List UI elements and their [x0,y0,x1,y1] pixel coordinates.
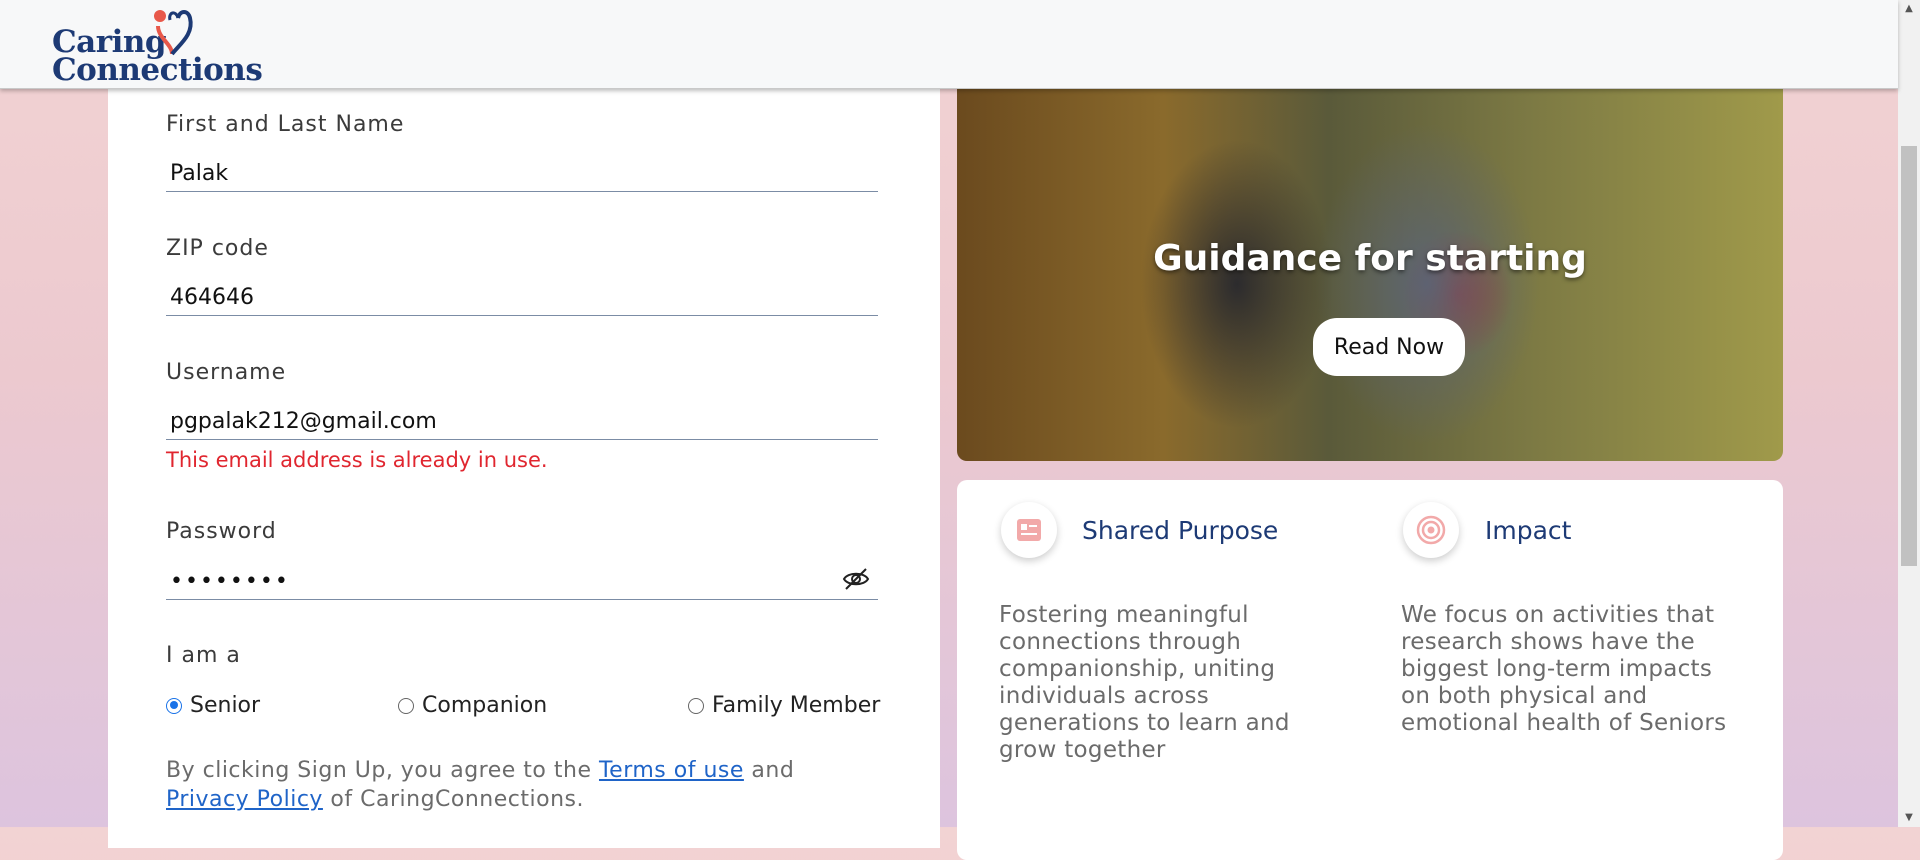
terms-mid: and [743,758,795,783]
terms-text: By clicking Sign Up, you agree to the Te… [166,756,886,814]
username-label: Username [166,360,287,385]
top-header: Caring Connections [0,0,1898,89]
hero-banner: Guidance for starting Read Now [957,64,1783,461]
signup-form-card: First and Last Name ZIP code Username Th… [108,88,940,848]
terms-of-use-link[interactable]: Terms of use [599,758,744,783]
feature-desc-impact: We focus on activities that research sho… [1401,602,1727,736]
username-input[interactable] [166,404,878,440]
features-card: Shared Purpose Fostering meaningful conn… [957,480,1783,860]
name-input[interactable] [166,156,878,192]
radio-companion-label: Companion [422,693,548,718]
hero-title: Guidance for starting [1153,238,1587,279]
zip-label: ZIP code [166,236,269,261]
feature-title-impact: Impact [1485,516,1572,545]
password-input[interactable] [166,564,878,600]
heart-logo-icon [154,10,193,56]
radio-senior[interactable]: Senior [166,693,260,718]
role-radio-group: Senior Companion Family Member [166,693,886,723]
name-label: First and Last Name [166,112,405,137]
scroll-down-arrow-icon[interactable]: ▼ [1898,809,1920,827]
profile-card-icon [1001,502,1057,558]
radio-family-member-label: Family Member [712,693,881,718]
username-error: This email address is already in use. [166,448,548,472]
radio-senior-label: Senior [190,693,261,718]
caring-connections-logo[interactable]: Caring Connections [52,4,263,86]
target-icon [1403,502,1459,558]
read-now-button[interactable]: Read Now [1313,318,1465,376]
scrollbar-thumb[interactable] [1901,146,1917,566]
role-label: I am a [166,643,241,668]
terms-suffix: of CaringConnections. [322,787,584,812]
terms-prefix: By clicking Sign Up, you agree to the [166,758,599,783]
scroll-up-arrow-icon[interactable]: ▲ [1898,0,1920,18]
privacy-policy-link[interactable]: Privacy Policy [166,787,323,812]
zip-input[interactable] [166,280,878,316]
radio-companion[interactable]: Companion [398,693,547,718]
radio-companion-dot[interactable] [398,697,414,714]
feature-title-shared-purpose: Shared Purpose [1082,516,1279,545]
password-label: Password [166,519,277,544]
radio-family-member[interactable]: Family Member [688,693,880,718]
radio-senior-dot[interactable] [166,697,182,714]
logo-line2: Connections [52,52,263,88]
radio-family-member-dot[interactable] [688,697,704,714]
eye-slash-icon[interactable] [842,566,870,596]
page-scrollbar[interactable]: ▲ ▼ [1898,0,1920,827]
feature-desc-shared-purpose: Fostering meaningful connections through… [999,602,1290,763]
